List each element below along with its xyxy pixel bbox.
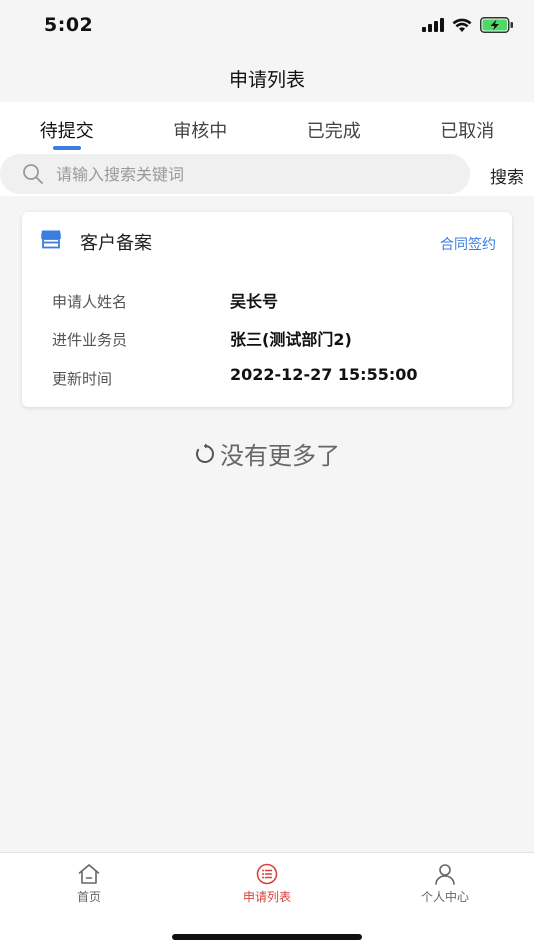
list-end-text: 没有更多了 bbox=[220, 442, 340, 470]
search-row: 搜索 bbox=[0, 154, 534, 196]
search-button[interactable]: 搜索 bbox=[490, 163, 524, 188]
page-title: 申请列表 bbox=[228, 68, 305, 91]
list-icon bbox=[256, 863, 278, 885]
battery-charging-icon bbox=[480, 17, 513, 33]
bottom-nav-label: 申请列表 bbox=[242, 890, 291, 904]
row-value: 2022-12-27 15:55:00 bbox=[230, 365, 418, 384]
tab-label: 已完成 bbox=[306, 121, 361, 142]
user-icon bbox=[435, 864, 455, 885]
active-tab-indicator bbox=[52, 146, 81, 150]
search-input[interactable] bbox=[56, 164, 436, 184]
tab-label: 审核中 bbox=[173, 121, 228, 142]
home-indicator bbox=[172, 934, 362, 940]
nav-bar: 申请列表 bbox=[0, 54, 534, 102]
card-header: 客户备案 合同签约 bbox=[22, 212, 512, 268]
card-row-updated-time: 更新时间 2022-12-27 15:55:00 bbox=[52, 365, 492, 389]
contract-sign-link[interactable]: 合同签约 bbox=[440, 234, 496, 254]
row-value: 吴长号 bbox=[230, 292, 279, 311]
search-box[interactable] bbox=[0, 154, 470, 194]
refresh-icon bbox=[196, 443, 214, 463]
status-time: 5:02 bbox=[44, 14, 94, 36]
bottom-nav-home[interactable]: 首页 bbox=[29, 863, 149, 905]
card-title: 客户备案 bbox=[80, 233, 152, 254]
bottom-nav-label: 个人中心 bbox=[420, 890, 469, 904]
bottom-nav-label: 首页 bbox=[76, 890, 101, 904]
tab-under-review[interactable]: 审核中 bbox=[134, 102, 268, 154]
store-icon bbox=[41, 230, 61, 249]
signal-icon bbox=[422, 18, 444, 32]
bottom-nav-application-list[interactable]: 申请列表 bbox=[207, 863, 327, 905]
row-label: 更新时间 bbox=[52, 370, 113, 388]
tab-label: 待提交 bbox=[39, 121, 94, 142]
wifi-icon bbox=[452, 18, 472, 32]
tab-label: 已取消 bbox=[440, 121, 495, 142]
card-row-salesperson: 进件业务员 张三(测试部门2) bbox=[52, 326, 492, 350]
status-bar: 5:02 bbox=[0, 0, 534, 54]
row-value: 张三(测试部门2) bbox=[230, 330, 352, 349]
home-icon bbox=[78, 864, 100, 884]
row-label: 申请人姓名 bbox=[52, 293, 128, 311]
bottom-nav-profile[interactable]: 个人中心 bbox=[385, 863, 505, 905]
status-tabs: 待提交 审核中 已完成 已取消 bbox=[0, 102, 534, 154]
status-icons bbox=[422, 17, 514, 33]
card-row-applicant: 申请人姓名 吴长号 bbox=[52, 288, 492, 312]
tab-completed[interactable]: 已完成 bbox=[267, 102, 401, 154]
application-card[interactable]: 客户备案 合同签约 申请人姓名 吴长号 进件业务员 张三(测试部门2) 更新时间… bbox=[22, 212, 512, 407]
tab-pending-submit[interactable]: 待提交 bbox=[0, 102, 134, 154]
tab-cancelled[interactable]: 已取消 bbox=[401, 102, 534, 154]
row-label: 进件业务员 bbox=[52, 331, 128, 349]
list-end-indicator: 没有更多了 bbox=[0, 436, 534, 471]
search-icon bbox=[23, 164, 43, 184]
